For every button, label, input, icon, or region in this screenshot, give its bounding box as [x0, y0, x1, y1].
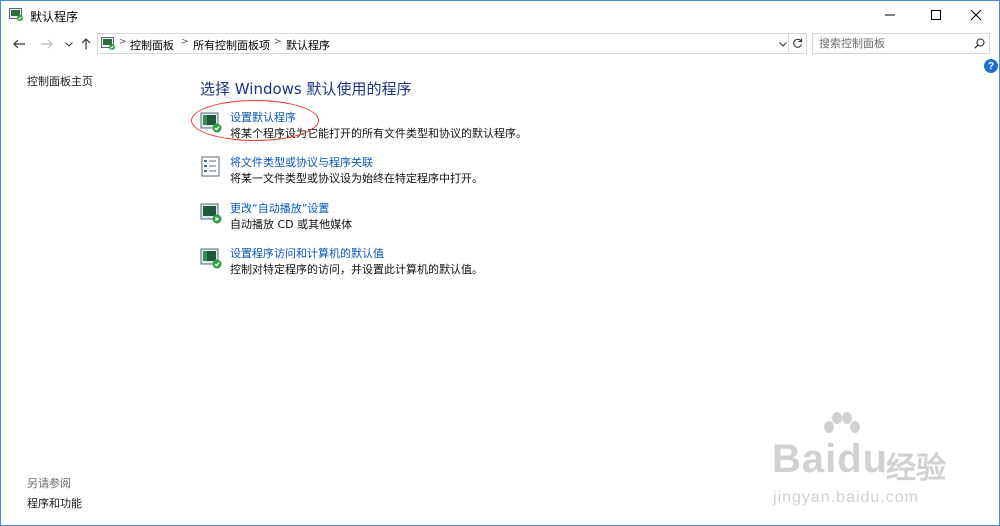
address-bar[interactable]: > 控制面板 > 所有控制面板项 > 默认程序: [97, 33, 789, 54]
help-button[interactable]: ?: [984, 59, 998, 73]
title-bar: 默认程序: [1, 1, 999, 29]
breadcrumb-control-panel[interactable]: 控制面板: [130, 37, 174, 53]
navigation-bar: > 控制面板 > 所有控制面板项 > 默认程序: [1, 29, 999, 59]
default-programs-icon: [200, 112, 222, 133]
maximize-icon: [931, 10, 941, 20]
refresh-button[interactable]: [789, 33, 807, 54]
watermark-brand-cn: 经验: [886, 451, 946, 486]
back-button[interactable]: [10, 35, 28, 53]
address-history-button[interactable]: [778, 37, 788, 51]
forward-button[interactable]: [37, 35, 55, 53]
default-programs-icon: [9, 8, 23, 21]
control-panel-window: 默认程序 > 控制面板 > 所有控制面板项 > 默认程序 搜索控制面板 ? 控制…: [0, 0, 1000, 526]
breadcrumb-separator-icon: >: [274, 37, 282, 47]
task-autoplay-settings: 更改“自动播放”设置 自动播放 CD 或其他媒体: [200, 200, 800, 236]
autoplay-icon: [200, 203, 222, 224]
set-default-programs-desc: 将某个程序设为它能打开的所有文件类型和协议的默认程序。: [230, 127, 527, 140]
baidu-watermark: Baidu 经验 jingyan.baidu.com: [761, 411, 991, 516]
back-arrow-icon: [12, 39, 25, 49]
minimize-icon: [885, 14, 895, 16]
file-association-icon: [201, 156, 220, 177]
breadcrumb-separator-icon: >: [181, 37, 189, 47]
program-access-link[interactable]: 设置程序访问和计算机的默认值: [230, 245, 384, 261]
watermark-brand: Baidu: [772, 437, 889, 481]
task-program-access: 设置程序访问和计算机的默认值 控制对特定程序的访问，并设置此计算机的默认值。: [200, 245, 800, 281]
autoplay-settings-link[interactable]: 更改“自动播放”设置: [230, 200, 329, 216]
control-panel-home-link[interactable]: 控制面板主页: [27, 73, 93, 89]
page-title: 选择 Windows 默认使用的程序: [200, 80, 412, 98]
program-access-icon: [200, 248, 222, 269]
close-icon: [971, 10, 981, 20]
up-button[interactable]: [77, 35, 95, 53]
chevron-down-icon: [779, 41, 787, 47]
search-input[interactable]: [813, 34, 967, 53]
control-panel-icon: [101, 37, 115, 50]
breadcrumb-all-items[interactable]: 所有控制面板项: [193, 37, 270, 53]
set-default-programs-link[interactable]: 设置默认程序: [230, 109, 296, 125]
chevron-down-icon: [65, 41, 73, 47]
minimize-button[interactable]: [867, 1, 913, 29]
breadcrumb-default-programs[interactable]: 默认程序: [286, 37, 330, 53]
window-title: 默认程序: [30, 10, 79, 24]
refresh-icon: [793, 38, 803, 48]
autoplay-settings-desc: 自动播放 CD 或其他媒体: [230, 218, 353, 231]
search-box[interactable]: [812, 33, 990, 54]
search-icon: [973, 38, 985, 49]
program-access-desc: 控制对特定程序的访问，并设置此计算机的默认值。: [230, 263, 483, 276]
file-association-desc: 将某一文件类型或协议设为始终在特定程序中打开。: [230, 172, 483, 185]
close-button[interactable]: [953, 1, 999, 29]
search-button[interactable]: [971, 36, 987, 51]
breadcrumb-separator-icon: >: [119, 37, 127, 47]
up-arrow-icon: [81, 38, 91, 50]
programs-and-features-link[interactable]: 程序和功能: [27, 495, 82, 511]
forward-arrow-icon: [40, 39, 53, 49]
file-association-link[interactable]: 将文件类型或协议与程序关联: [230, 154, 373, 170]
task-set-default-programs: 设置默认程序 将某个程序设为它能打开的所有文件类型和协议的默认程序。: [200, 109, 800, 145]
see-also-label: 另请参阅: [27, 477, 71, 490]
recent-locations-button[interactable]: [60, 35, 78, 53]
watermark-url: jingyan.baidu.com: [773, 489, 919, 506]
task-file-association: 将文件类型或协议与程序关联 将某一文件类型或协议设为始终在特定程序中打开。: [200, 154, 800, 190]
